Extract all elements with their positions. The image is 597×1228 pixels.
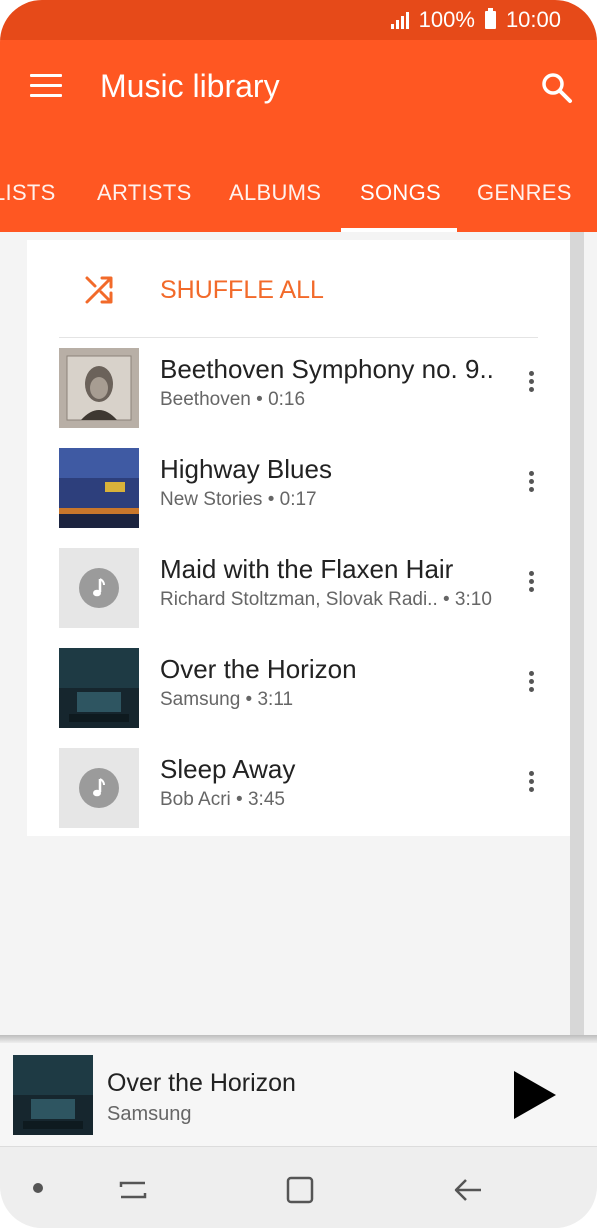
song-title: Maid with the Flaxen Hair bbox=[160, 554, 454, 584]
selected-tab-indicator bbox=[341, 228, 457, 232]
song-title: Over the Horizon bbox=[160, 654, 357, 684]
song-subtitle: New Stories • 0:17 bbox=[160, 489, 317, 510]
album-art-placeholder bbox=[59, 748, 139, 828]
now-playing-artist: Samsung bbox=[107, 1103, 192, 1125]
music-note-icon bbox=[79, 568, 119, 608]
shuffle-icon bbox=[85, 276, 113, 304]
search-icon[interactable] bbox=[539, 70, 575, 106]
song-title: Highway Blues bbox=[160, 454, 332, 484]
song-subtitle: Beethoven • 0:16 bbox=[160, 389, 306, 410]
more-options-icon[interactable] bbox=[523, 368, 539, 408]
play-icon[interactable] bbox=[506, 1067, 562, 1123]
song-subtitle: Richard Stoltzman, Slovak Radi.. • 3:10 bbox=[160, 589, 492, 610]
tab-albums[interactable]: ALBUMS bbox=[229, 180, 321, 206]
battery-percent: 100% bbox=[418, 7, 475, 32]
tab-songs[interactable]: SONGS bbox=[360, 180, 441, 206]
song-row-over-the-horizon[interactable]: Over the Horizon Samsung • 3:11 bbox=[27, 638, 570, 738]
now-playing-title: Over the Horizon bbox=[107, 1069, 296, 1097]
status-bar: 100% 10:00 bbox=[0, 0, 597, 40]
system-nav-bar bbox=[0, 1146, 597, 1228]
song-title: Beethoven Symphony no. 9.. bbox=[160, 354, 494, 384]
song-row-sleep-away[interactable]: Sleep Away Bob Acri • 3:45 bbox=[27, 738, 570, 838]
mini-player-shadow bbox=[0, 1035, 597, 1043]
more-options-icon[interactable] bbox=[523, 568, 539, 608]
song-row-maid-with-the-flaxen-hair[interactable]: Maid with the Flaxen Hair Richard Stoltz… bbox=[27, 538, 570, 638]
music-note-icon bbox=[79, 768, 119, 808]
battery-icon bbox=[484, 8, 496, 29]
app-bar: Music library LISTS ARTISTS ALBUMS SONGS… bbox=[0, 40, 597, 232]
scrollbar[interactable] bbox=[570, 232, 584, 1037]
home-icon[interactable] bbox=[283, 1173, 317, 1207]
album-art-over-the-horizon bbox=[59, 648, 139, 728]
album-art-placeholder bbox=[59, 548, 139, 628]
album-art-beethoven bbox=[59, 348, 139, 428]
back-icon[interactable] bbox=[451, 1173, 485, 1207]
now-playing-bar[interactable]: Over the Horizon Samsung bbox=[0, 1043, 597, 1146]
status-indicators: 100% 10:00 bbox=[390, 7, 561, 33]
tab-artists[interactable]: ARTISTS bbox=[97, 180, 192, 206]
tab-playlists[interactable]: LISTS bbox=[0, 180, 56, 206]
song-title: Sleep Away bbox=[160, 754, 296, 784]
signal-icon bbox=[390, 11, 409, 29]
more-options-icon[interactable] bbox=[523, 468, 539, 508]
album-art-highway-blues bbox=[59, 448, 139, 528]
shuffle-all-button[interactable]: SHUFFLE ALL bbox=[27, 240, 570, 338]
song-row-highway-blues[interactable]: Highway Blues New Stories • 0:17 bbox=[27, 438, 570, 538]
now-playing-album-art bbox=[13, 1055, 93, 1135]
screen: 100% 10:00 Music library LISTS ARTISTS A… bbox=[0, 0, 597, 1228]
song-subtitle: Samsung • 3:11 bbox=[160, 689, 294, 710]
page-title: Music library bbox=[100, 68, 280, 104]
song-list: SHUFFLE ALL Beethoven Symphony no. 9.. B… bbox=[27, 240, 570, 836]
shuffle-all-label: SHUFFLE ALL bbox=[160, 276, 324, 304]
song-row-beethoven-symphony[interactable]: Beethoven Symphony no. 9.. Beethoven • 0… bbox=[27, 338, 570, 438]
more-options-icon[interactable] bbox=[523, 768, 539, 808]
tab-bar: LISTS ARTISTS ALBUMS SONGS GENRES bbox=[0, 158, 597, 232]
nav-dot[interactable] bbox=[33, 1183, 43, 1193]
menu-icon[interactable] bbox=[30, 74, 62, 98]
clock: 10:00 bbox=[505, 7, 561, 32]
more-options-icon[interactable] bbox=[523, 668, 539, 708]
recent-apps-icon[interactable] bbox=[116, 1173, 150, 1207]
tab-genres[interactable]: GENRES bbox=[477, 180, 572, 206]
song-subtitle: Bob Acri • 3:45 bbox=[160, 789, 285, 810]
